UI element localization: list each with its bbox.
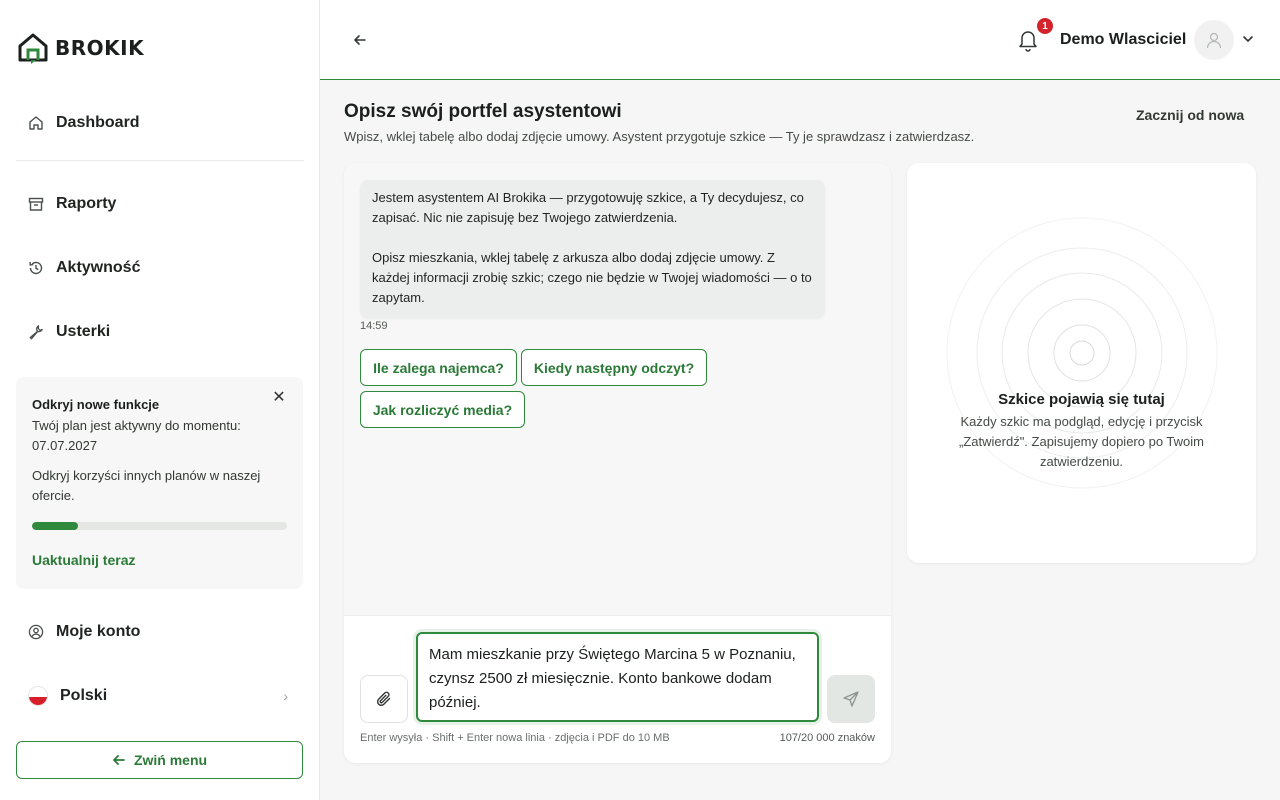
sidebar-item-aktywnosc[interactable]: Aktywność	[16, 248, 304, 288]
sidebar-item-label: Moje konto	[56, 623, 141, 640]
logo[interactable]: BROKIK	[17, 32, 144, 64]
promo-offer-text: Odkryj korzyści innych planów w naszej o…	[32, 468, 261, 503]
sidebar-item-label: Dashboard	[56, 114, 140, 131]
suggestion-chip[interactable]: Jak rozliczyć media?	[360, 391, 525, 428]
poland-flag-icon	[28, 686, 48, 706]
message-time: 14:59	[360, 320, 388, 332]
attach-file-button[interactable]	[360, 675, 408, 723]
back-button[interactable]	[348, 28, 372, 52]
drafts-empty-text: Każdy szkic ma podgląd, edycję i przycis…	[959, 414, 1204, 469]
language-selector[interactable]: Polski ›	[16, 676, 304, 716]
sidebar: BROKIK Dashboard Raporty Aktywność Uster…	[0, 0, 320, 800]
language-label: Polski	[60, 687, 108, 704]
promo-plan-text: Twój plan jest aktywny do momentu: 07.07…	[32, 418, 241, 453]
user-icon	[1206, 32, 1222, 49]
sidebar-item-usterki[interactable]: Usterki	[16, 312, 304, 352]
notification-count-badge: 1	[1037, 18, 1053, 34]
logo-house-icon	[18, 33, 48, 64]
notifications-button[interactable]	[1017, 28, 1039, 52]
sidebar-item-label: Aktywność	[56, 259, 141, 276]
home-icon	[28, 115, 44, 131]
upgrade-promo-card: ✕ Odkryj nowe funkcje Twój plan jest akt…	[16, 377, 303, 589]
collapse-menu-button[interactable]: Zwiń menu	[16, 741, 303, 779]
assistant-message: Jestem asystentem AI Brokika — przygotow…	[360, 180, 825, 318]
send-button[interactable]	[827, 675, 875, 723]
archive-icon	[28, 196, 44, 212]
character-counter: 107/20 000 znaków	[779, 732, 875, 744]
sidebar-divider	[16, 160, 304, 161]
arrow-left-icon	[113, 755, 125, 765]
page-title: Opisz swój portfel asystentowi	[344, 101, 622, 122]
chat-panel: Jestem asystentem AI Brokika — przygotow…	[344, 163, 891, 763]
sidebar-item-label: Usterki	[56, 323, 111, 340]
drafts-empty-title: Szkice pojawią się tutaj	[998, 391, 1165, 408]
avatar[interactable]	[1194, 20, 1234, 60]
message-paragraph: Opisz mieszkania, wklej tabelę z arkusza…	[372, 250, 812, 305]
message-input-wrapper	[416, 632, 819, 722]
user-circle-icon	[28, 624, 44, 640]
sidebar-item-dashboard[interactable]: Dashboard	[16, 103, 304, 143]
paperclip-icon	[376, 691, 391, 706]
sidebar-item-label: Raporty	[56, 195, 117, 212]
message-input[interactable]	[418, 634, 817, 720]
sidebar-item-raporty[interactable]: Raporty	[16, 184, 304, 224]
drafts-panel: Szkice pojawią się tutaj Każdy szkic ma …	[907, 163, 1256, 563]
radar-rings-decoration	[946, 217, 1218, 489]
upgrade-now-link[interactable]: Uaktualnij teraz	[32, 552, 135, 568]
chevron-down-icon[interactable]	[1241, 32, 1255, 46]
sidebar-item-account[interactable]: Moje konto	[16, 612, 304, 652]
restart-button[interactable]: Zacznij od nowa	[1136, 107, 1244, 123]
brand-name: BROKIK	[55, 36, 145, 60]
history-icon	[28, 260, 44, 276]
message-composer: Enter wysyła · Shift + Enter nowa linia …	[344, 615, 891, 763]
send-icon	[843, 691, 859, 707]
plan-progress-bar	[32, 522, 287, 530]
wrench-icon	[28, 324, 44, 340]
bell-icon	[1019, 31, 1037, 52]
suggestion-chip[interactable]: Ile zalega najemca?	[360, 349, 517, 386]
arrow-left-icon	[354, 35, 366, 45]
user-name[interactable]: Demo Wlasciciel	[1060, 31, 1186, 49]
top-header: 1 Demo Wlasciciel	[320, 0, 1280, 80]
message-paragraph: Jestem asystentem AI Brokika — przygotow…	[372, 190, 804, 225]
composer-hint: Enter wysyła · Shift + Enter nowa linia …	[360, 732, 670, 744]
close-icon[interactable]: ✕	[271, 389, 287, 406]
collapse-menu-label: Zwiń menu	[133, 752, 208, 768]
chevron-right-icon: ›	[283, 688, 288, 704]
chat-messages: Jestem asystentem AI Brokika — przygotow…	[344, 163, 891, 615]
promo-title: Odkryj nowe funkcje	[32, 397, 160, 412]
page-subtitle: Wpisz, wklej tabelę albo dodaj zdjęcie u…	[344, 129, 975, 144]
plan-progress-fill	[32, 522, 78, 530]
suggestion-chip[interactable]: Kiedy następny odczyt?	[521, 349, 707, 386]
